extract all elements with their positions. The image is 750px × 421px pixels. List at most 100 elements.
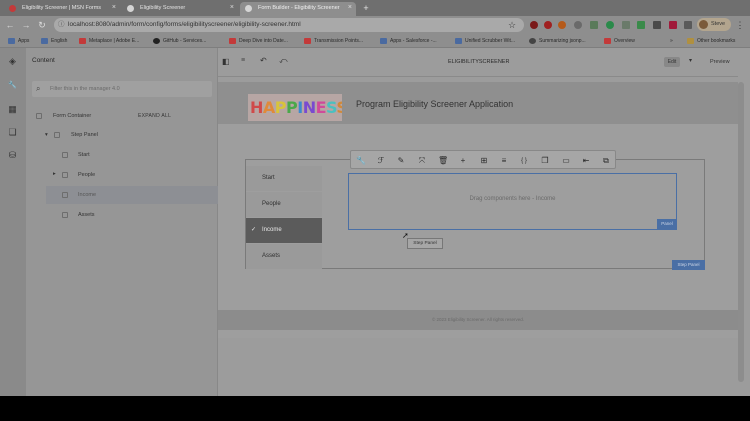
bookmark-item[interactable]: Apps - Salesforce -...: [380, 36, 437, 46]
bookmark-item[interactable]: Transmission Points...: [304, 36, 363, 46]
edit-toggle[interactable]: Edit: [664, 57, 680, 67]
extension-icon[interactable]: [622, 21, 630, 29]
address-bar: ← → ↻ ⓘ localhost:8080/admin/form/config…: [0, 16, 750, 34]
other-bookmarks[interactable]: Other bookmarks: [687, 36, 735, 46]
reload-icon[interactable]: ↻: [36, 19, 48, 31]
step-people[interactable]: People: [246, 192, 322, 217]
tab-favicon-icon: [127, 5, 134, 12]
tree-node-income[interactable]: Income: [78, 192, 96, 198]
close-icon[interactable]: ×: [348, 2, 352, 14]
browser-menu-icon[interactable]: ⋮: [734, 19, 746, 31]
step-assets[interactable]: Assets: [246, 244, 322, 269]
tree-node-start[interactable]: Start: [78, 152, 90, 158]
close-icon[interactable]: ×: [112, 2, 116, 14]
preview-button[interactable]: Preview: [710, 59, 730, 65]
bookmark-item[interactable]: Summarizing jsonp...: [529, 36, 586, 46]
bookmark-icon: [455, 38, 462, 44]
tree-node-checkbox[interactable]: [62, 212, 68, 218]
bookmark-icon: [79, 38, 86, 44]
logo-letter: N: [302, 98, 316, 117]
bookmark-item[interactable]: Metaplace | Adobe E...: [79, 36, 139, 46]
url-field[interactable]: ⓘ localhost:8080/admin/form/config/forms…: [54, 18, 524, 32]
document-title: ELIGIBILITYSCREENER: [448, 59, 510, 65]
logo-letter: E: [315, 98, 327, 117]
filter-input[interactable]: ⌕ Filter this in the manager 4.0: [32, 81, 212, 97]
wrench-icon[interactable]: 🔧: [356, 156, 366, 166]
bookmarks-overflow-button[interactable]: »: [670, 36, 673, 46]
step-start[interactable]: Start: [246, 166, 322, 191]
extension-icon[interactable]: [669, 21, 677, 29]
footer-text: © 2023 Eligibility Screener. All rights …: [431, 317, 525, 322]
profile-name: Steve: [711, 21, 726, 27]
tab-bar: Eligibility Screener | MSN Forms × Eligi…: [0, 0, 750, 16]
extension-icon[interactable]: [653, 21, 661, 29]
select-parent-icon[interactable]: ⤧: [417, 156, 427, 166]
bookmark-item[interactable]: GitHub - Services...: [153, 36, 206, 46]
forward-icon[interactable]: →: [20, 19, 32, 31]
close-icon[interactable]: ×: [230, 2, 234, 14]
folder-icon: [687, 38, 694, 44]
tab-eligibility-screener[interactable]: Eligibility Screener ×: [122, 2, 238, 16]
list-icon[interactable]: ≡: [499, 156, 509, 166]
undo-icon[interactable]: ↶: [260, 56, 267, 65]
tree-root-label: Form Container: [53, 113, 92, 119]
extension-icon[interactable]: [574, 21, 582, 29]
braces-icon[interactable]: { }: [519, 156, 529, 166]
bookmark-item[interactable]: English: [41, 36, 67, 46]
bookmark-star-icon[interactable]: ☆: [506, 19, 518, 31]
step-panel-badge[interactable]: Step Panel: [672, 260, 705, 270]
copy-icon[interactable]: ❐: [540, 156, 550, 166]
tree-node-checkbox[interactable]: [62, 152, 68, 158]
paint-icon[interactable]: ✎: [396, 156, 406, 166]
tools-icon[interactable]: 🔧: [7, 80, 18, 91]
tab-form-builder[interactable]: Form Builder - Eligibility Screener ×: [240, 2, 356, 16]
panel-icon[interactable]: ▭: [561, 156, 571, 166]
bookmark-apps[interactable]: Apps: [8, 36, 29, 46]
chevron-right-icon[interactable]: ▸: [53, 171, 56, 177]
extension-icon[interactable]: [558, 21, 566, 29]
profile-button[interactable]: Steve: [697, 18, 731, 31]
chevron-down-icon[interactable]: ▾: [45, 132, 48, 138]
extension-icon[interactable]: [637, 21, 645, 29]
add-icon[interactable]: +: [458, 156, 468, 166]
bookmark-label: Apps - Salesforce -...: [390, 38, 437, 44]
layers-icon[interactable]: ◈: [7, 56, 18, 67]
arrow-in-icon[interactable]: ⇤: [581, 156, 591, 166]
extension-icon[interactable]: [544, 21, 552, 29]
avatar: [699, 20, 708, 29]
select-all-checkbox[interactable]: [36, 113, 42, 119]
bookmark-item[interactable]: Unified Scrubber Wit...: [455, 36, 515, 46]
bookmark-item[interactable]: Deep Dive into Date...: [229, 36, 288, 46]
tab-eligibility-msn[interactable]: Eligibility Screener | MSN Forms ×: [4, 2, 120, 16]
database-icon[interactable]: ⛁: [7, 150, 18, 161]
extension-icon[interactable]: [590, 21, 598, 29]
tree-node-assets[interactable]: Assets: [78, 212, 95, 218]
layout-icon[interactable]: ⊞: [479, 156, 489, 166]
pages-icon[interactable]: ❏: [7, 127, 18, 138]
expand-all-button[interactable]: EXPAND ALL: [138, 113, 171, 119]
bookmark-icon: [380, 38, 387, 44]
tree-node-checkbox[interactable]: [62, 192, 68, 198]
list-view-icon[interactable]: ≡: [241, 57, 245, 64]
style-icon[interactable]: ℱ: [376, 156, 386, 166]
extension-icon[interactable]: [606, 21, 614, 29]
panel-drop-zone[interactable]: Drag components here - Income: [348, 173, 677, 230]
new-tab-button[interactable]: +: [360, 2, 372, 14]
more-icon[interactable]: ⧉: [601, 156, 611, 166]
back-icon[interactable]: ←: [4, 19, 16, 31]
tree-node-step-panel[interactable]: Step Panel: [71, 132, 98, 138]
delete-icon[interactable]: 🗑: [438, 156, 448, 166]
scrollbar[interactable]: [738, 82, 744, 382]
tree-node-people[interactable]: People: [78, 172, 95, 178]
extension-icon[interactable]: [530, 21, 538, 29]
sidebar-toggle-icon[interactable]: ◧: [222, 57, 230, 66]
panel-badge[interactable]: Panel: [657, 219, 677, 229]
redo-icon[interactable]: ⤺: [279, 56, 288, 66]
grid-icon[interactable]: ▦: [7, 104, 18, 115]
tree-node-checkbox[interactable]: [62, 172, 68, 178]
tree-node-checkbox[interactable]: [54, 132, 60, 138]
step-income[interactable]: ✓ Income: [246, 218, 322, 243]
extensions-puzzle-icon[interactable]: [684, 21, 692, 29]
bookmark-item[interactable]: Overview: [604, 36, 635, 46]
mode-chevron-down-icon[interactable]: ▾: [689, 57, 692, 64]
